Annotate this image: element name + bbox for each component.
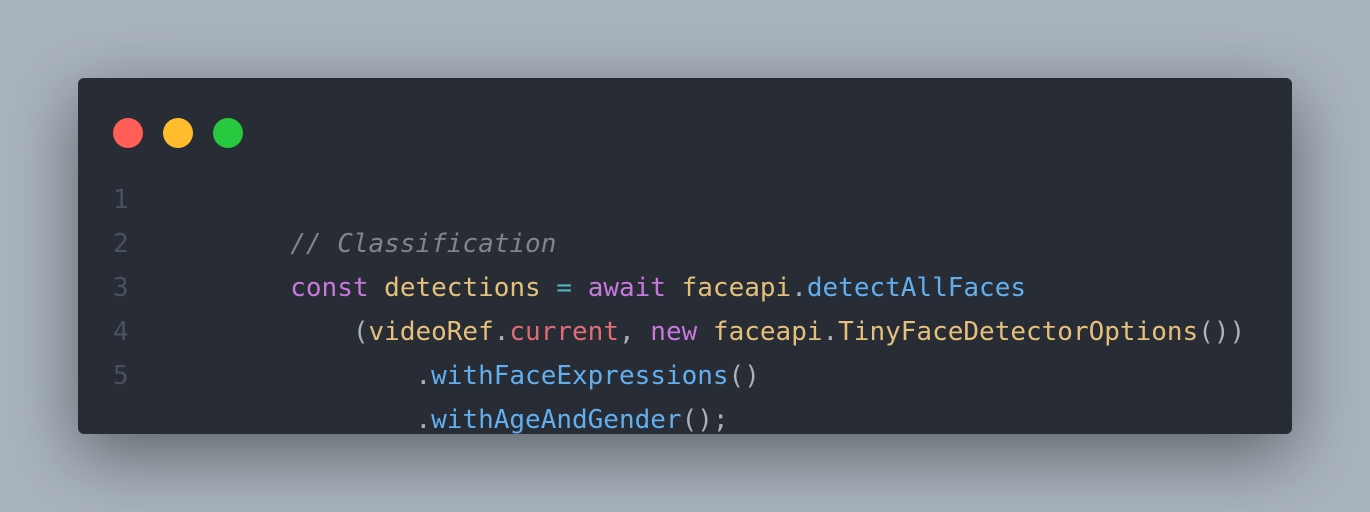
line-content: (videoRef.current, new faceapi.TinyFaceD… — [165, 266, 1245, 347]
line-number: 5 — [113, 361, 129, 391]
code-token: TinyFaceDetectorOptions — [838, 317, 1199, 347]
code-token: (); — [681, 405, 729, 435]
line-content: .withAgeAndGender(); — [165, 354, 728, 435]
code-token: withAgeAndGender — [431, 405, 682, 435]
code-token: ()) — [1198, 317, 1246, 347]
line-number: 2 — [113, 229, 129, 259]
code-block: 1 // Classification 2 const detections =… — [113, 178, 1272, 435]
line-number: 3 — [113, 273, 129, 303]
code-token: . — [822, 317, 839, 347]
line-content: .withFaceExpressions() — [165, 310, 759, 391]
window-controls — [113, 118, 243, 148]
code-token: () — [728, 361, 760, 391]
minimize-button[interactable] — [163, 118, 193, 148]
code-line: 2 const detections = await faceapi.detec… — [113, 222, 1272, 303]
line-number: 4 — [113, 317, 129, 347]
code-line: 3 (videoRef.current, new faceapi.TinyFac… — [113, 266, 1272, 347]
code-line: 1 // Classification — [113, 178, 1272, 259]
close-button[interactable] — [113, 118, 143, 148]
line-number: 1 — [113, 185, 129, 215]
maximize-button[interactable] — [213, 118, 243, 148]
code-window: 1 // Classification 2 const detections =… — [78, 78, 1292, 435]
code-token: . — [415, 405, 432, 435]
code-line: 5 .withAgeAndGender(); — [113, 354, 1272, 435]
line-content: // Classification — [165, 178, 556, 259]
line-content: const detections = await faceapi.detectA… — [165, 222, 1026, 303]
